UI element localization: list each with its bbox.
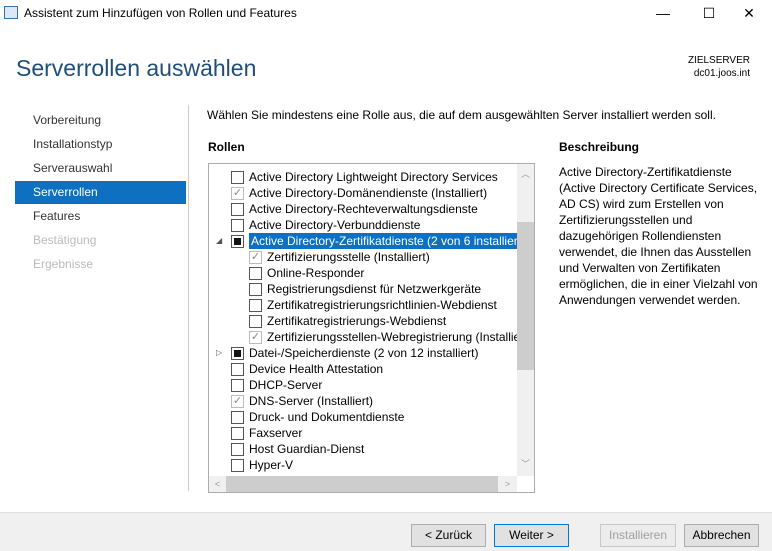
- role-checkbox[interactable]: [231, 347, 244, 360]
- role-item[interactable]: ◢ Active Directory-Zertifikatdienste (2 v…: [209, 233, 528, 249]
- role-label: Active Directory-Rechteverwaltungsdienst…: [249, 202, 478, 216]
- role-label: Active Directory-Domänendienste (Install…: [249, 186, 488, 200]
- role-item[interactable]: ▷ Datei-/Speicherdienste (2 von 12 instal…: [209, 345, 517, 361]
- nav-item-ergebnisse: Ergebnisse: [33, 257, 94, 271]
- role-label: Hyper-V: [249, 458, 294, 472]
- close-button[interactable]: ✕: [726, 0, 772, 28]
- role-label: Zertifikatregistrierungsrichtlinien-Webd…: [267, 298, 497, 312]
- role-label: Zertifikatregistrierungs-Webdienst: [267, 314, 447, 328]
- roles-label: Rollen: [208, 140, 245, 154]
- role-checkbox[interactable]: [249, 299, 262, 312]
- role-label: Host Guardian-Dienst: [249, 442, 365, 456]
- role-item[interactable]: DHCP-Server: [209, 377, 517, 393]
- nav-item-features[interactable]: Features: [15, 205, 186, 228]
- roles-list[interactable]: Active Directory Lightweight Directory S…: [208, 163, 535, 493]
- title-bar: Assistent zum Hinzufügen von Rollen und …: [0, 0, 772, 28]
- role-item[interactable]: ✓ DNS-Server (Installiert): [209, 393, 517, 409]
- back-button[interactable]: < Zurück: [411, 524, 486, 547]
- role-checkbox[interactable]: ✓: [231, 395, 244, 408]
- role-label: DNS-Server (Installiert): [249, 394, 374, 408]
- nav-item-installationstyp[interactable]: Installationstyp: [15, 133, 186, 156]
- role-item[interactable]: Hyper-V: [209, 457, 517, 473]
- role-item[interactable]: ✓ Zertifizierungsstelle (Installiert): [209, 249, 517, 265]
- role-item[interactable]: Active Directory Lightweight Directory S…: [209, 169, 517, 185]
- app-icon: [4, 6, 18, 19]
- role-item[interactable]: Registrierungsdienst für Netzwerkgeräte: [209, 281, 517, 297]
- role-checkbox[interactable]: [231, 379, 244, 392]
- role-label: Zertifizierungsstellen-Webregistrierung …: [267, 330, 532, 344]
- role-label: Zertifizierungsstelle (Installiert): [267, 250, 430, 264]
- role-label: Druck- und Dokumentdienste: [249, 410, 405, 424]
- role-checkbox[interactable]: [231, 171, 244, 184]
- role-item[interactable]: ✓ Active Directory-Domänendienste (Instal…: [209, 185, 517, 201]
- divider: [188, 105, 189, 491]
- role-checkbox[interactable]: [231, 203, 244, 216]
- role-item[interactable]: Zertifikatregistrierungsrichtlinien-Webd…: [209, 297, 517, 313]
- role-checkbox[interactable]: ✓: [231, 187, 244, 200]
- role-checkbox[interactable]: [231, 219, 244, 232]
- role-item[interactable]: Active Directory-Verbunddienste: [209, 217, 517, 233]
- role-checkbox[interactable]: [231, 459, 244, 472]
- scroll-right-icon[interactable]: >: [499, 476, 516, 492]
- role-label: Online-Responder: [267, 266, 365, 280]
- role-item[interactable]: Online-Responder: [209, 265, 517, 281]
- role-description: Active Directory-Zertifikatdienste (Acti…: [559, 165, 758, 307]
- role-checkbox[interactable]: ✓: [249, 331, 262, 344]
- collapse-icon[interactable]: ◢: [216, 233, 222, 249]
- role-checkbox[interactable]: [231, 427, 244, 440]
- nav-item-serverauswahl[interactable]: Serverauswahl: [15, 157, 186, 180]
- role-label: Registrierungsdienst für Netzwerkgeräte: [267, 282, 482, 296]
- role-checkbox[interactable]: [249, 315, 262, 328]
- role-label: Datei-/Speicherdienste (2 von 12 install…: [249, 346, 479, 360]
- role-checkbox[interactable]: [231, 443, 244, 456]
- role-item[interactable]: Device Health Attestation: [209, 361, 517, 377]
- expand-icon[interactable]: ▷: [216, 345, 222, 361]
- window-title: Assistent zum Hinzufügen von Rollen und …: [24, 6, 297, 20]
- description-label: Beschreibung: [559, 140, 640, 154]
- role-label: Active Directory-Verbunddienste: [249, 218, 421, 232]
- role-item[interactable]: Zertifikatregistrierungs-Webdienst: [209, 313, 517, 329]
- minimize-button[interactable]: —: [640, 0, 686, 28]
- page-title: Serverrollen auswählen: [16, 55, 257, 81]
- target-server-name: dc01.joos.int: [693, 68, 750, 79]
- role-item[interactable]: Active Directory-Rechteverwaltungsdienst…: [209, 201, 517, 217]
- role-label: Faxserver: [249, 426, 303, 440]
- scroll-left-icon[interactable]: <: [209, 476, 226, 492]
- role-checkbox[interactable]: [249, 267, 262, 280]
- role-label: Device Health Attestation: [249, 362, 384, 376]
- nav-item-best-tigung: Bestätigung: [33, 233, 97, 247]
- nav-item-serverrollen[interactable]: Serverrollen: [15, 181, 186, 204]
- role-label: Active Directory Lightweight Directory S…: [249, 170, 498, 184]
- role-label: DHCP-Server: [249, 378, 323, 392]
- role-item[interactable]: Druck- und Dokumentdienste: [209, 409, 517, 425]
- target-label: ZIELSERVER: [687, 55, 750, 66]
- role-item[interactable]: ✓ Zertifizierungsstellen-Webregistrierung…: [209, 329, 532, 345]
- role-checkbox[interactable]: [231, 411, 244, 424]
- instruction-text: Wählen Sie mindestens eine Rolle aus, di…: [207, 108, 716, 122]
- cancel-button[interactable]: Abbrechen: [684, 524, 759, 547]
- role-checkbox[interactable]: [249, 283, 262, 296]
- role-item[interactable]: Faxserver: [209, 425, 517, 441]
- role-label: Active Directory-Zertifikatdienste (2 vo…: [249, 233, 528, 249]
- target-server: ZIELSERVER dc01.joos.int: [688, 54, 750, 80]
- scroll-thumb-horizontal[interactable]: [226, 476, 498, 492]
- scroll-up-icon[interactable]: ︿: [517, 166, 534, 182]
- vertical-scrollbar[interactable]: ︿ ﹀: [517, 164, 534, 476]
- role-checkbox[interactable]: [231, 363, 244, 376]
- scroll-thumb[interactable]: [517, 222, 534, 370]
- next-button[interactable]: Weiter >: [494, 524, 569, 547]
- role-checkbox[interactable]: ✓: [249, 251, 262, 264]
- install-button[interactable]: Installieren: [600, 524, 676, 547]
- horizontal-scrollbar[interactable]: < >: [209, 476, 517, 492]
- role-checkbox[interactable]: [231, 235, 244, 248]
- scroll-down-icon[interactable]: ﹀: [517, 456, 534, 472]
- role-item[interactable]: Host Guardian-Dienst: [209, 441, 517, 457]
- nav-item-vorbereitung[interactable]: Vorbereitung: [15, 109, 186, 132]
